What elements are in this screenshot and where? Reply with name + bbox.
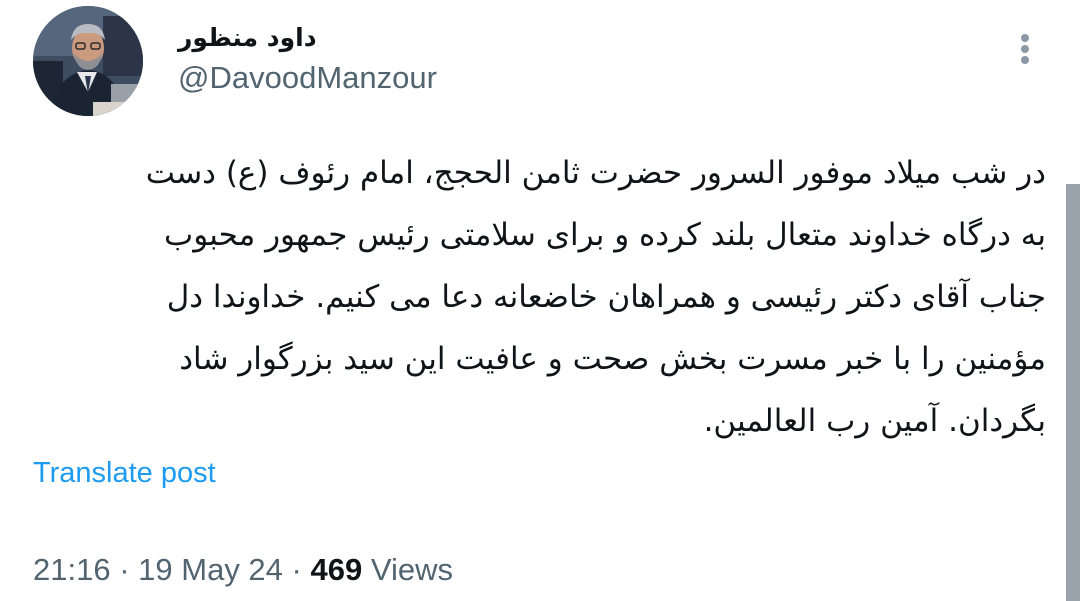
tweet-text: در شب میلاد موفور السرور حضرت ثامن الحجج…	[40, 142, 1046, 452]
post-meta: 21:16 · 19 May 24 · 469 Views	[33, 550, 453, 590]
views-count: 469	[310, 552, 363, 587]
scrollbar[interactable]	[1066, 184, 1080, 601]
tweet-text-line: بگردان. آمین رب العالمین.	[703, 403, 1046, 439]
author-display-name[interactable]: داود منظور	[178, 20, 317, 56]
meta-separator: ·	[119, 552, 130, 587]
author-handle[interactable]: @DavoodManzour	[178, 58, 437, 98]
tweet-text-line: به درگاه خداوند متعال بلند کرده و برای س…	[164, 217, 1046, 253]
tweet-text-line: مؤمنین را با خبر مسرت بخش صحت و عافیت ای…	[179, 341, 1046, 377]
more-options-button[interactable]	[1004, 28, 1046, 70]
tweet-post: داود منظور @DavoodManzour در شب میلاد مو…	[0, 0, 1080, 601]
avatar[interactable]	[33, 6, 143, 116]
tweet-text-line: در شب میلاد موفور السرور حضرت ثامن الحجج…	[145, 155, 1046, 191]
tweet-text-line: جناب آقای دکتر رئیسی و همراهان خاضعانه د…	[166, 279, 1046, 315]
post-time[interactable]: 21:16	[33, 552, 111, 587]
post-date[interactable]: 19 May 24	[138, 552, 283, 587]
translate-post-link[interactable]: Translate post	[33, 453, 216, 493]
profile-photo-icon	[33, 6, 143, 116]
meta-separator: ·	[291, 552, 302, 587]
views-label: Views	[370, 552, 453, 587]
